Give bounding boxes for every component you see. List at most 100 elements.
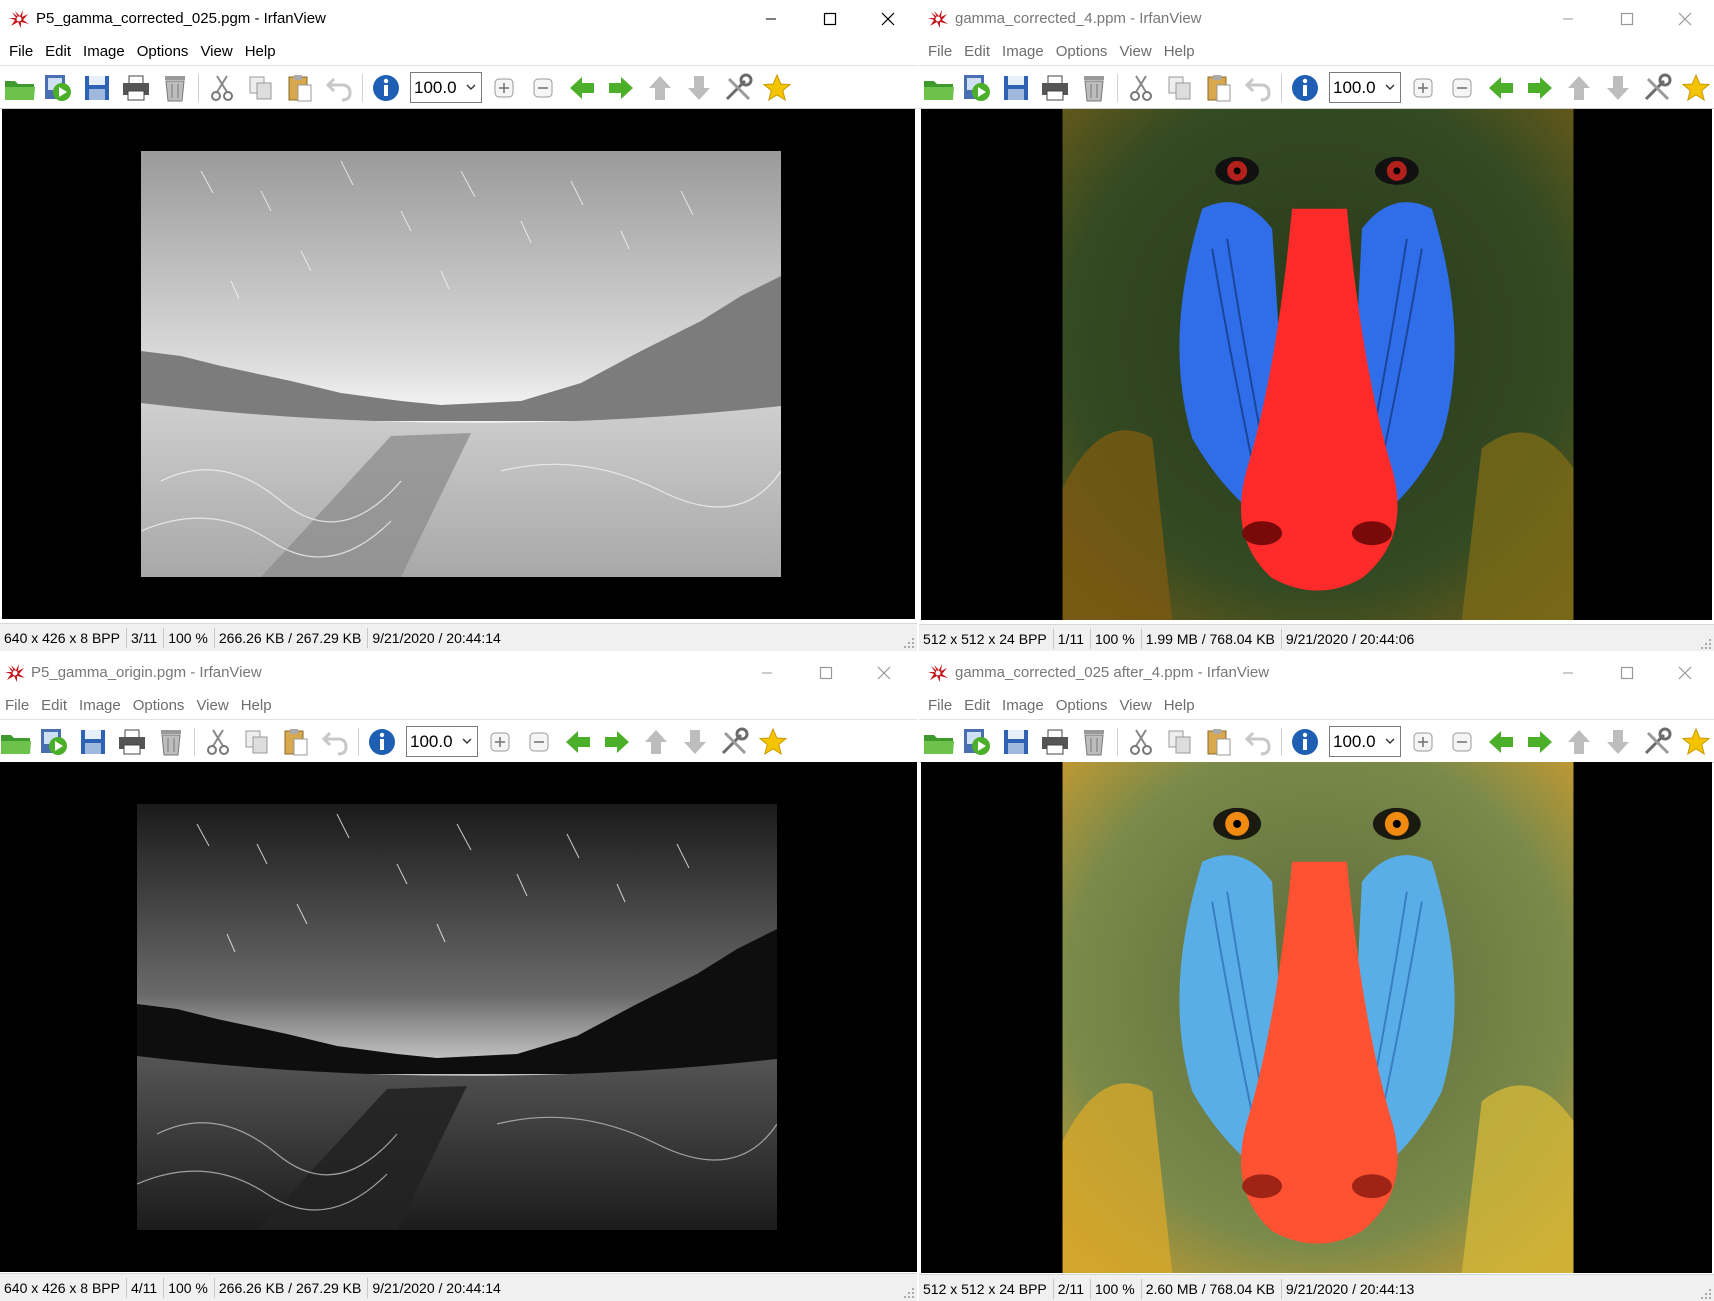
slideshow-button[interactable] bbox=[40, 70, 76, 106]
next-button[interactable] bbox=[1522, 724, 1558, 760]
menu-view[interactable]: View bbox=[191, 697, 233, 714]
image-canvas[interactable] bbox=[921, 109, 1712, 620]
slideshow-button[interactable] bbox=[36, 724, 72, 760]
zoom-out-button[interactable] bbox=[525, 70, 561, 106]
menu-file[interactable]: File bbox=[923, 697, 957, 714]
undo-button[interactable] bbox=[1240, 70, 1276, 106]
delete-button[interactable] bbox=[157, 70, 193, 106]
close-button[interactable] bbox=[856, 654, 912, 692]
menu-edit[interactable]: Edit bbox=[40, 43, 76, 60]
image-canvas[interactable] bbox=[2, 109, 915, 619]
save-button[interactable] bbox=[79, 70, 115, 106]
cut-button[interactable] bbox=[204, 70, 240, 106]
zoom-in-button[interactable] bbox=[1405, 70, 1441, 106]
down-button[interactable] bbox=[681, 70, 717, 106]
previous-button[interactable] bbox=[560, 724, 596, 760]
minimize-button[interactable] bbox=[743, 0, 799, 38]
paste-button[interactable] bbox=[1201, 724, 1237, 760]
zoom-out-button[interactable] bbox=[1444, 70, 1480, 106]
undo-button[interactable] bbox=[317, 724, 353, 760]
favorite-button[interactable] bbox=[1678, 724, 1714, 760]
zoom-in-button[interactable] bbox=[486, 70, 522, 106]
next-button[interactable] bbox=[603, 70, 639, 106]
next-button[interactable] bbox=[599, 724, 635, 760]
favorite-button[interactable] bbox=[755, 724, 791, 760]
open-button[interactable] bbox=[2, 70, 38, 106]
minimize-button[interactable] bbox=[1540, 654, 1596, 692]
menu-view[interactable]: View bbox=[195, 43, 237, 60]
menu-image[interactable]: Image bbox=[997, 43, 1049, 60]
zoom-out-button[interactable] bbox=[521, 724, 557, 760]
paste-button[interactable] bbox=[278, 724, 314, 760]
save-button[interactable] bbox=[75, 724, 111, 760]
down-button[interactable] bbox=[1600, 724, 1636, 760]
favorite-button[interactable] bbox=[759, 70, 795, 106]
print-button[interactable] bbox=[118, 70, 154, 106]
previous-button[interactable] bbox=[564, 70, 600, 106]
print-button[interactable] bbox=[1037, 70, 1073, 106]
zoom-combobox[interactable]: 100.0 bbox=[406, 726, 478, 757]
previous-button[interactable] bbox=[1483, 724, 1519, 760]
maximize-button[interactable] bbox=[802, 0, 858, 38]
down-button[interactable] bbox=[1600, 70, 1636, 106]
cut-button[interactable] bbox=[200, 724, 236, 760]
print-button[interactable] bbox=[114, 724, 150, 760]
maximize-button[interactable] bbox=[1599, 0, 1655, 38]
info-button[interactable] bbox=[364, 724, 400, 760]
close-button[interactable] bbox=[1657, 0, 1713, 38]
save-button[interactable] bbox=[998, 70, 1034, 106]
print-button[interactable] bbox=[1037, 724, 1073, 760]
settings-button[interactable] bbox=[1639, 724, 1675, 760]
title-bar[interactable]: P5_gamma_origin.pgm - IrfanView bbox=[0, 654, 917, 692]
menu-view[interactable]: View bbox=[1114, 697, 1156, 714]
delete-button[interactable] bbox=[153, 724, 189, 760]
menu-image[interactable]: Image bbox=[74, 697, 126, 714]
up-button[interactable] bbox=[1561, 724, 1597, 760]
settings-button[interactable] bbox=[720, 70, 756, 106]
resize-grip-icon[interactable] bbox=[903, 1287, 915, 1299]
menu-options[interactable]: Options bbox=[1051, 43, 1113, 60]
menu-view[interactable]: View bbox=[1114, 43, 1156, 60]
copy-button[interactable] bbox=[239, 724, 275, 760]
copy-button[interactable] bbox=[1162, 70, 1198, 106]
up-button[interactable] bbox=[1561, 70, 1597, 106]
cut-button[interactable] bbox=[1123, 724, 1159, 760]
minimize-button[interactable] bbox=[1540, 0, 1596, 38]
open-button[interactable] bbox=[0, 724, 34, 760]
image-canvas[interactable] bbox=[921, 762, 1712, 1273]
previous-button[interactable] bbox=[1483, 70, 1519, 106]
menu-options[interactable]: Options bbox=[1051, 697, 1113, 714]
delete-button[interactable] bbox=[1076, 70, 1112, 106]
save-button[interactable] bbox=[998, 724, 1034, 760]
paste-button[interactable] bbox=[282, 70, 318, 106]
menu-options[interactable]: Options bbox=[128, 697, 190, 714]
menu-help[interactable]: Help bbox=[1159, 43, 1200, 60]
resize-grip-icon[interactable] bbox=[1700, 1288, 1712, 1300]
info-button[interactable] bbox=[1287, 70, 1323, 106]
image-canvas[interactable] bbox=[0, 762, 917, 1272]
title-bar[interactable]: P5_gamma_corrected_025.pgm - IrfanView bbox=[0, 0, 917, 38]
zoom-out-button[interactable] bbox=[1444, 724, 1480, 760]
up-button[interactable] bbox=[642, 70, 678, 106]
zoom-combobox[interactable]: 100.0 bbox=[1329, 72, 1401, 103]
zoom-combobox[interactable]: 100.0 bbox=[1329, 726, 1401, 757]
menu-edit[interactable]: Edit bbox=[36, 697, 72, 714]
menu-image[interactable]: Image bbox=[997, 697, 1049, 714]
down-button[interactable] bbox=[677, 724, 713, 760]
menu-edit[interactable]: Edit bbox=[959, 43, 995, 60]
info-button[interactable] bbox=[368, 70, 404, 106]
slideshow-button[interactable] bbox=[959, 70, 995, 106]
copy-button[interactable] bbox=[243, 70, 279, 106]
zoom-in-button[interactable] bbox=[482, 724, 518, 760]
open-button[interactable] bbox=[921, 70, 957, 106]
open-button[interactable] bbox=[921, 724, 957, 760]
menu-help[interactable]: Help bbox=[236, 697, 277, 714]
maximize-button[interactable] bbox=[798, 654, 854, 692]
next-button[interactable] bbox=[1522, 70, 1558, 106]
title-bar[interactable]: gamma_corrected_4.ppm - IrfanView bbox=[919, 0, 1714, 38]
cut-button[interactable] bbox=[1123, 70, 1159, 106]
title-bar[interactable]: gamma_corrected_025 after_4.ppm - IrfanV… bbox=[919, 654, 1714, 692]
info-button[interactable] bbox=[1287, 724, 1323, 760]
resize-grip-icon[interactable] bbox=[1700, 638, 1712, 650]
close-button[interactable] bbox=[860, 0, 916, 38]
